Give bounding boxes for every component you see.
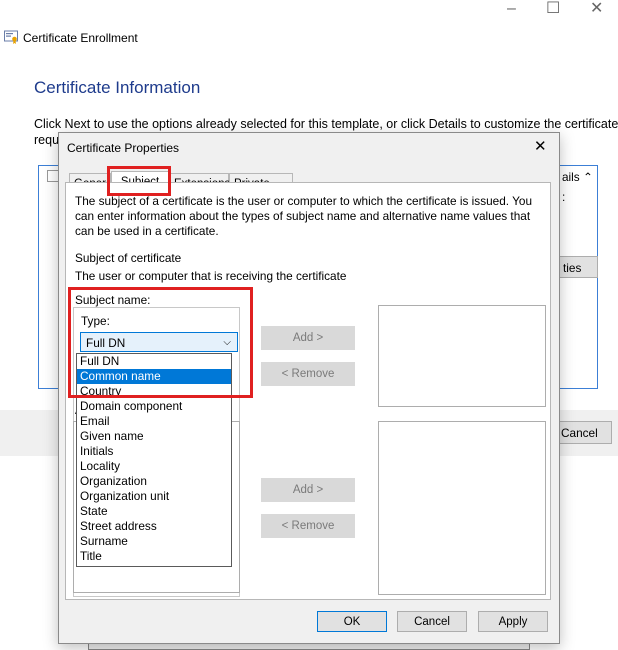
description-line-3: can be used in a certificate. xyxy=(75,224,219,238)
maximize-button[interactable]: ☐ xyxy=(546,0,560,18)
chevron-up-icon: ⌃ xyxy=(582,170,593,184)
certificate-icon xyxy=(4,30,18,44)
highlight-subject-tab xyxy=(107,166,171,196)
type-option[interactable]: Given name xyxy=(77,429,231,444)
alternative-values-list[interactable] xyxy=(378,421,546,595)
apply-button[interactable]: Apply xyxy=(478,611,548,632)
wizard-cancel-button[interactable]: Cancel xyxy=(556,421,612,444)
remove-alternative-button[interactable]: < Remove xyxy=(261,514,355,538)
dialog-title: Certificate Properties xyxy=(67,141,180,155)
type-option[interactable]: Organization unit xyxy=(77,489,231,504)
type-option[interactable]: Street address xyxy=(77,519,231,534)
close-window-button[interactable]: ✕ xyxy=(590,0,603,18)
intro-text: Click Next to use the options already se… xyxy=(34,117,618,131)
type-option[interactable]: Email xyxy=(77,414,231,429)
remove-subject-button[interactable]: < Remove xyxy=(261,362,355,386)
description-line-2: can enter information about the types of… xyxy=(75,209,531,223)
properties-button[interactable]: ties xyxy=(556,256,598,278)
type-option[interactable]: Domain component xyxy=(77,399,231,414)
add-alternative-button[interactable]: Add > xyxy=(261,478,355,502)
window-title: Certificate Enrollment xyxy=(23,31,138,45)
type-option[interactable]: Organization xyxy=(77,474,231,489)
add-subject-button[interactable]: Add > xyxy=(261,326,355,350)
page-heading: Certificate Information xyxy=(34,78,201,97)
description-line-1: The subject of a certificate is the user… xyxy=(75,194,533,208)
ok-button[interactable]: OK xyxy=(317,611,387,632)
type-option[interactable]: State xyxy=(77,504,231,519)
details-extra: : xyxy=(562,190,566,204)
subject-of-certificate-label: Subject of certificate xyxy=(75,251,182,265)
dialog-close-button[interactable]: ✕ xyxy=(534,137,547,155)
subject-values-list[interactable] xyxy=(378,305,546,407)
highlight-subject-name xyxy=(68,287,253,398)
details-link[interactable]: ails ⌃ xyxy=(562,170,593,185)
receiving-text: The user or computer that is receiving t… xyxy=(75,269,347,283)
type-option[interactable]: Title xyxy=(77,549,231,564)
intro-text-continued: requ xyxy=(34,133,60,147)
cancel-button[interactable]: Cancel xyxy=(397,611,467,632)
minimize-button[interactable]: – xyxy=(507,0,516,18)
type-option[interactable]: Locality xyxy=(77,459,231,474)
type-option[interactable]: Surname xyxy=(77,534,231,549)
type-option[interactable]: Initials xyxy=(77,444,231,459)
details-label: ails xyxy=(562,170,580,184)
